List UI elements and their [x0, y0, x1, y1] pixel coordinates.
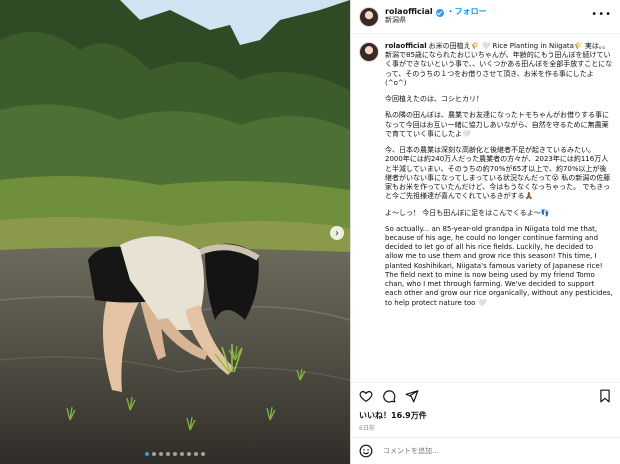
caption-paragraph: よ〜しっ！ 今日も田んぼに足をはこんでくるよ〜👣: [385, 208, 550, 217]
comment-input[interactable]: [381, 446, 612, 456]
carousel-dot: [166, 452, 170, 456]
caption-paragraph: So actually... an 85-year-old grandpa in…: [385, 224, 613, 307]
caption-paragraph: 今、日本の農業は深刻な高齢化と後継者不足が起きているみたい。 2000年には約2…: [385, 146, 611, 201]
action-bar: [351, 382, 620, 408]
heart-icon[interactable]: [359, 389, 373, 403]
carousel-dot: [173, 452, 177, 456]
post-location[interactable]: 新潟県: [385, 16, 487, 25]
caption-username[interactable]: rolaofficial: [385, 42, 427, 50]
more-options-icon[interactable]: •••: [591, 9, 612, 20]
caption-avatar[interactable]: [359, 42, 379, 62]
caption-paragraph: 今回植えたのは、コシヒカリ！: [385, 95, 483, 104]
post-side-panel: rolaofficial ・フォロー 新潟県 ••• rolaofficial お…: [350, 0, 620, 464]
rice-paddy-photo: [0, 0, 350, 464]
verified-badge-icon: [435, 8, 444, 17]
next-photo-chevron-icon[interactable]: ›: [330, 226, 344, 240]
comment-icon[interactable]: [382, 389, 396, 403]
carousel-dot: [187, 452, 191, 456]
follow-button[interactable]: ・フォロー: [447, 7, 487, 17]
carousel-indicator: [0, 452, 350, 456]
bookmark-icon[interactable]: [598, 389, 612, 403]
post-photo[interactable]: ›: [0, 0, 350, 464]
post-header: rolaofficial ・フォロー 新潟県 •••: [351, 0, 620, 34]
like-count[interactable]: いいね！16.9万件: [359, 410, 427, 421]
carousel-dot: [159, 452, 163, 456]
avatar[interactable]: [359, 6, 379, 27]
comment-bar: [351, 437, 620, 464]
post-timestamp[interactable]: 6日前: [359, 423, 375, 432]
carousel-dot: [145, 452, 149, 456]
carousel-dot: [194, 452, 198, 456]
caption: rolaofficial お米の田植え🌾 🤍 Rice Planting in N…: [359, 42, 613, 378]
carousel-dot: [180, 452, 184, 456]
caption-paragraph: rolaofficial お米の田植え🌾 🤍 Rice Planting in N…: [385, 42, 613, 87]
carousel-dot: [152, 452, 156, 456]
share-icon[interactable]: [405, 389, 419, 403]
emoji-icon[interactable]: [359, 444, 373, 458]
carousel-dot: [201, 452, 205, 456]
caption-paragraph: 私の隣の田んぼは、農業でお友達になったトモちゃんがお借りする事になって今回はお互…: [385, 111, 609, 138]
